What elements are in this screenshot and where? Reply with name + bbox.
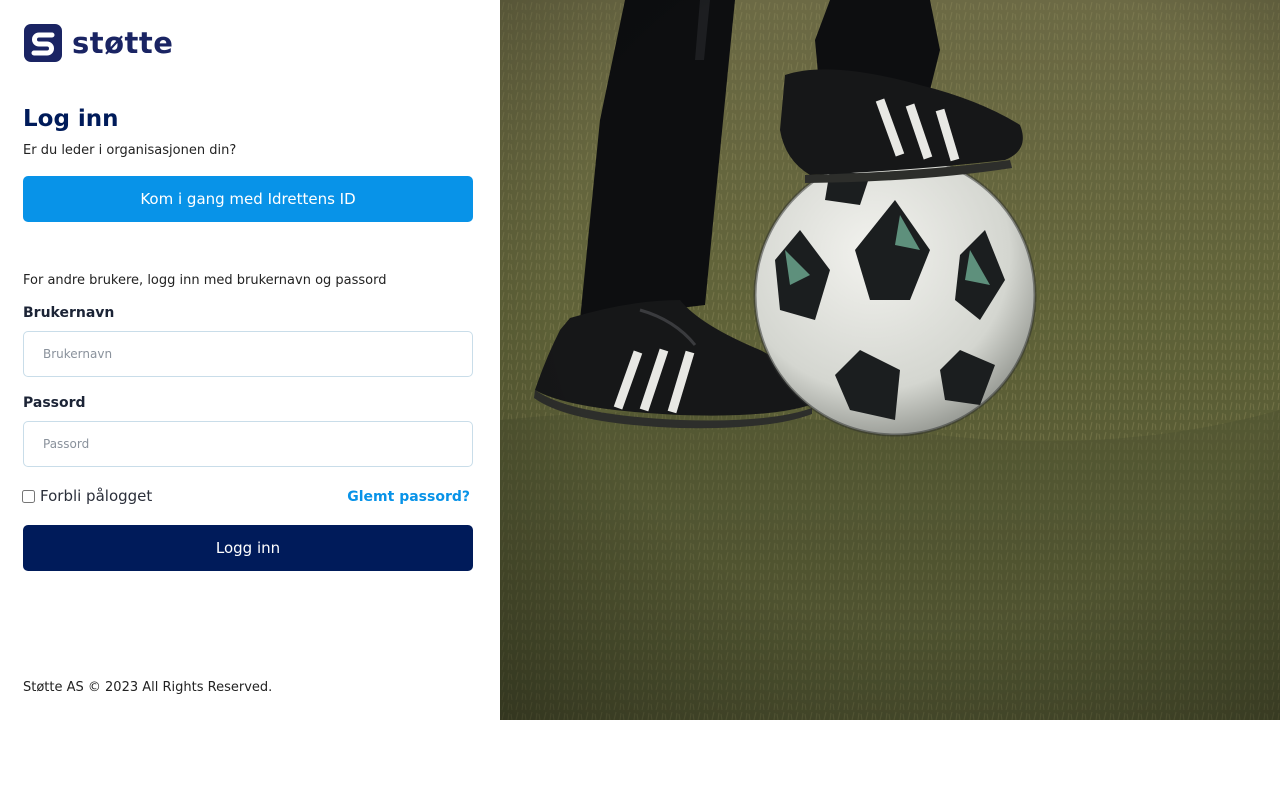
remember-me-checkbox[interactable] <box>22 489 35 503</box>
page-title: Log inn <box>23 106 119 132</box>
leader-prompt: Er du leder i organisasjonen din? <box>23 143 237 158</box>
username-input[interactable] <box>23 331 473 377</box>
remember-me-label: Forbli pålogget <box>40 487 153 505</box>
remember-me[interactable]: Forbli pålogget <box>22 487 152 505</box>
forgot-password-link[interactable]: Glemt passord? <box>347 489 470 505</box>
brand-wordmark: støtte <box>72 25 174 60</box>
login-panel: støtte Log inn Er du leder i organisasjo… <box>0 0 500 720</box>
idrettens-id-button[interactable]: Kom i gang med Idrettens ID <box>23 176 473 222</box>
password-input[interactable] <box>23 421 473 467</box>
password-label: Passord <box>23 395 86 411</box>
footer-copyright: Støtte AS © 2023 All Rights Reserved. <box>23 680 273 695</box>
brand-logo[interactable]: støtte <box>24 24 173 62</box>
hero-image <box>500 0 1280 720</box>
stotte-logo-icon <box>24 24 62 62</box>
login-button[interactable]: Logg inn <box>23 525 473 571</box>
other-users-text: For andre brukere, logg inn med brukerna… <box>23 273 387 288</box>
soccer-hero-illustration <box>500 0 1280 720</box>
username-label: Brukernavn <box>23 305 115 321</box>
